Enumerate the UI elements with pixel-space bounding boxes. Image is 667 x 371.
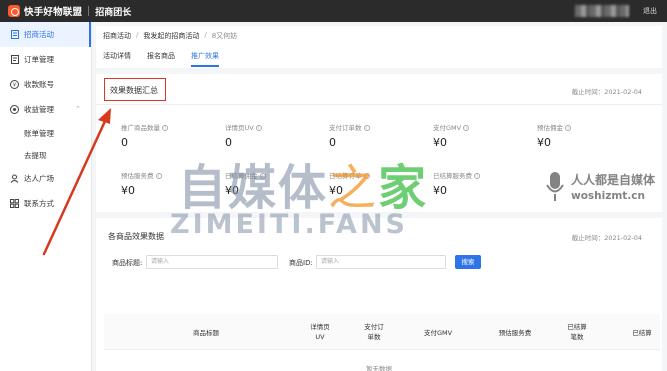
annotation-arrow <box>42 108 111 256</box>
